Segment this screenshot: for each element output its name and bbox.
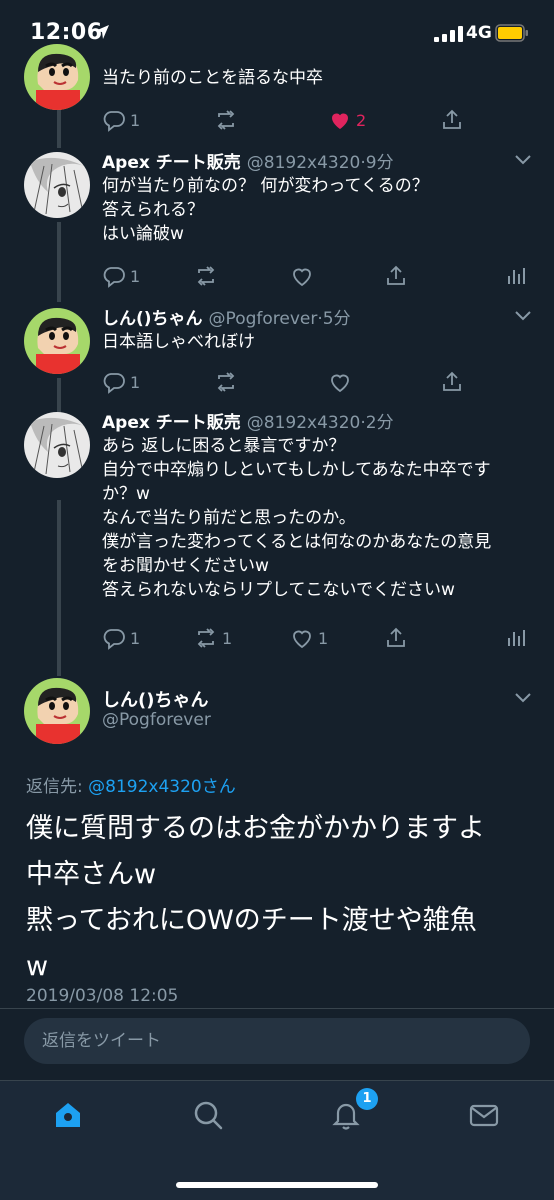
retweet-button[interactable] (214, 368, 242, 396)
tab-home[interactable] (38, 1095, 98, 1135)
like-button[interactable]: 1 (290, 624, 328, 652)
network-type: 4G (466, 23, 492, 43)
tweet-text: 日本語しゃべれぼけ (102, 332, 255, 352)
share-icon (443, 109, 461, 129)
reply-button[interactable]: 1 (102, 106, 140, 134)
like-button[interactable] (290, 262, 318, 290)
user-handle[interactable]: @Pogforever (209, 309, 318, 329)
replying-to: 返信先: @8192x4320さん (26, 777, 236, 797)
tweet-actions: 1 2 (102, 106, 502, 134)
thread-line (57, 378, 61, 412)
battery-icon (495, 24, 528, 42)
heart-icon (293, 630, 311, 649)
analytics-button[interactable] (504, 624, 532, 652)
retweet-icon (197, 266, 215, 286)
status-time: 12:06 (30, 20, 103, 45)
reply-icon (103, 373, 125, 394)
reply-input[interactable] (24, 1018, 530, 1064)
avatar-shinchan-icon (24, 44, 90, 110)
tweet-time: 9分 (365, 153, 394, 173)
retweet-icon (217, 110, 235, 130)
avatar-shinchan-icon (24, 308, 90, 374)
user-handle[interactable]: @8192x4320 (247, 153, 361, 173)
share-icon (443, 371, 461, 391)
thread-line (57, 108, 61, 148)
avatar-shinchan-icon (24, 678, 90, 744)
tweet-actions: 1 1 1 (102, 624, 532, 652)
share-button[interactable] (384, 262, 412, 290)
mail-icon (469, 1104, 499, 1127)
share-button[interactable] (384, 624, 412, 652)
analytics-button[interactable] (504, 262, 532, 290)
user-handle[interactable]: @Pogforever (102, 710, 211, 730)
heart-icon (293, 268, 311, 287)
like-button[interactable]: 2 (328, 106, 366, 134)
heart-filled-icon (332, 113, 348, 129)
home-indicator[interactable] (176, 1182, 378, 1188)
display-name[interactable]: Apex チート販売 (102, 153, 241, 173)
reply-target-link[interactable]: @8192x4320さん (88, 777, 236, 797)
tweet-text: 当たり前のことを語るな中卒 (102, 68, 323, 88)
signal-icon (434, 26, 463, 42)
retweet-button[interactable] (214, 106, 242, 134)
reply-button[interactable]: 1 (102, 624, 140, 652)
display-name[interactable]: Apex チート販売 (102, 413, 241, 433)
tab-search[interactable] (178, 1095, 238, 1135)
thread-line (57, 222, 61, 302)
search-icon (194, 1101, 223, 1130)
tweet-time: 2分 (365, 413, 394, 433)
reply-icon (103, 629, 125, 650)
display-name[interactable]: しん()ちゃん (102, 686, 208, 712)
avatar[interactable] (24, 44, 90, 110)
tweet-header: Apex チート販売 @8192x4320·2分 (102, 408, 394, 433)
analytics-icon (508, 630, 525, 646)
tab-messages[interactable] (454, 1095, 514, 1135)
tweet-timestamp: 2019/03/08 12:05 (26, 986, 179, 1006)
reply-button[interactable]: 1 (102, 368, 140, 396)
tweet-actions: 1 (102, 368, 502, 396)
tweet-header: しん()ちゃん @Pogforever·5分 (102, 304, 351, 329)
avatar[interactable] (24, 152, 90, 218)
retweet-icon (217, 372, 235, 392)
share-button[interactable] (440, 106, 468, 134)
avatar-anime-sketch-icon (24, 152, 90, 218)
reply-button[interactable]: 1 (102, 262, 140, 290)
user-handle[interactable]: @8192x4320 (247, 413, 361, 433)
like-button[interactable] (328, 368, 356, 396)
retweet-button[interactable] (194, 262, 222, 290)
heart-icon (331, 374, 349, 393)
avatar[interactable] (24, 412, 90, 478)
reply-icon (103, 267, 125, 288)
avatar[interactable] (24, 678, 90, 744)
reply-icon (103, 111, 125, 132)
notification-badge: 1 (356, 1088, 378, 1110)
main-tweet-text: 僕に質問するのはお金がかかりますよ 中卒さんw 黙っておれにOWのチート渡せや雑… (26, 813, 485, 982)
home-icon (56, 1103, 80, 1127)
chevron-down-icon[interactable] (514, 154, 532, 166)
display-name[interactable]: しん()ちゃん (102, 309, 203, 329)
share-button[interactable] (440, 368, 468, 396)
avatar[interactable] (24, 308, 90, 374)
thread-line (57, 500, 61, 676)
location-arrow-icon (95, 25, 109, 39)
tweet-text: 何が当たり前なの？ 何が変わってくるの？ 答えられる？ はい論破w (102, 176, 429, 244)
retweet-button[interactable]: 1 (194, 624, 232, 652)
analytics-icon (508, 268, 525, 284)
share-icon (387, 627, 405, 647)
tweet-actions: 1 (102, 262, 532, 290)
tweet-header: Apex チート販売 @8192x4320·9分 (102, 148, 394, 173)
retweet-icon (197, 628, 215, 648)
chevron-down-icon[interactable] (514, 692, 532, 704)
share-icon (387, 265, 405, 285)
tweet-time: 5分 (322, 309, 351, 329)
avatar-anime-sketch-icon (24, 412, 90, 478)
tweet-text: あら 返しに困ると暴言ですか？ 自分で中卒煽りしといてもしかしてあなた中卒です … (102, 436, 492, 600)
chevron-down-icon[interactable] (514, 310, 532, 322)
